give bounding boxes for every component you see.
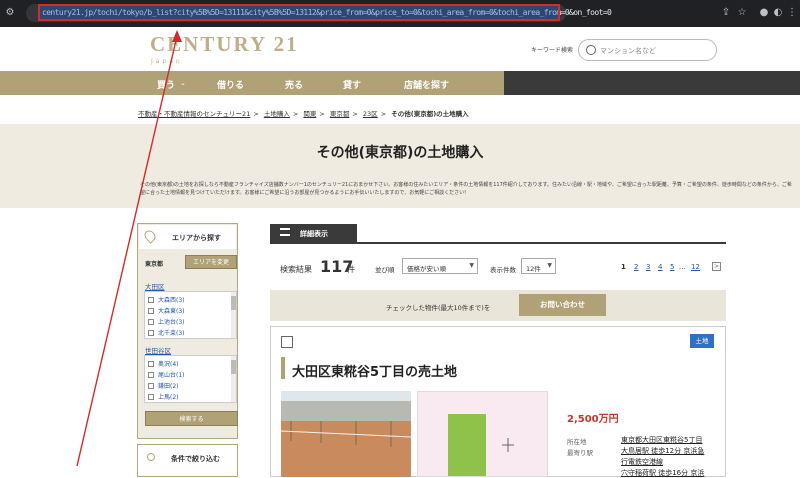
breadcrumb-sep-icon: > bbox=[319, 110, 325, 118]
page-ellipsis: ... bbox=[679, 263, 686, 271]
nav-item-lease[interactable]: 貸す bbox=[343, 78, 361, 91]
list-item[interactable]: 上馬(2) bbox=[148, 392, 179, 401]
nav-item-rent[interactable]: 借りる bbox=[217, 78, 244, 91]
breadcrumb-current: その他(東京都)の土地購入 bbox=[391, 110, 469, 118]
site-logo[interactable]: CENTURY 21 bbox=[150, 32, 299, 57]
station-key: 最寄り駅 bbox=[567, 449, 593, 457]
tab-underline bbox=[270, 242, 726, 244]
list-item[interactable]: 鎌田(2) bbox=[148, 381, 179, 390]
page-title: その他(東京都)の土地購入 bbox=[316, 145, 484, 161]
extension-icon[interactable]: ● bbox=[758, 7, 770, 19]
breadcrumb-land-buy[interactable]: 土地購入 bbox=[264, 110, 290, 118]
page-link[interactable]: 4 bbox=[658, 263, 662, 271]
page-link[interactable]: 5 bbox=[670, 263, 674, 271]
keyword-search-label: キーワード検索 bbox=[531, 47, 574, 54]
bookmark-star-icon[interactable]: ☆ bbox=[736, 7, 748, 19]
title-accent bbox=[281, 357, 285, 379]
results-unit: 件 bbox=[347, 265, 355, 274]
tab-detail-label[interactable]: 詳細表示 bbox=[300, 229, 328, 239]
breadcrumb-sep-icon: > bbox=[253, 110, 259, 118]
inquiry-button[interactable]: お問い合わせ bbox=[519, 294, 606, 316]
checkbox[interactable] bbox=[148, 383, 154, 389]
list-item[interactable]: 尾山台(1) bbox=[148, 370, 185, 379]
property-checkbox[interactable] bbox=[281, 336, 293, 348]
keyword-search-input[interactable]: マンション名など bbox=[578, 39, 717, 61]
url-annotation-box bbox=[38, 4, 560, 21]
breadcrumb-sep-icon: > bbox=[292, 110, 299, 118]
list-item[interactable]: 大森西(3) bbox=[148, 295, 185, 304]
station-line-2[interactable]: 行電鉄空港線 bbox=[621, 457, 663, 467]
scrollbar[interactable] bbox=[231, 356, 236, 402]
perpage-label: 表示件数 bbox=[490, 266, 516, 274]
sidebar-title: エリアから探す bbox=[172, 234, 221, 242]
list-icon bbox=[280, 228, 290, 236]
ward-label-setagaya[interactable]: 世田谷区 bbox=[145, 345, 171, 355]
nav-item-buy[interactable]: 買う bbox=[157, 78, 175, 91]
site-logo-sub: Japan bbox=[151, 58, 183, 65]
location-value[interactable]: 東京都大田区東糀谷5丁目 bbox=[621, 435, 702, 445]
breadcrumb-kanto[interactable]: 関東 bbox=[303, 110, 316, 118]
breadcrumb-sep-icon: > bbox=[380, 110, 387, 118]
prefecture-label: 東京都 bbox=[145, 261, 164, 268]
chevron-down-icon: ⌄ bbox=[180, 79, 186, 87]
sort-label: 並び順 bbox=[375, 266, 395, 274]
filter-title[interactable]: 条件で絞り込む bbox=[171, 454, 220, 464]
chevron-down-icon: ▼ bbox=[469, 262, 474, 269]
ward-list-ota[interactable]: 大森西(3) 大森東(3) 上池台(3) 北千束(3) bbox=[144, 291, 237, 339]
station-line-1[interactable]: 大鳥居駅 徒歩12分 京浜急 bbox=[621, 446, 704, 456]
floorplan-image bbox=[448, 414, 514, 476]
chevron-down-icon: ▼ bbox=[547, 262, 552, 269]
nav-item-store[interactable]: 店舗を探す bbox=[404, 78, 449, 91]
inquiry-band bbox=[270, 290, 726, 321]
list-item[interactable]: 大森東(3) bbox=[148, 306, 185, 315]
checkbox[interactable] bbox=[148, 308, 154, 314]
breadcrumb-sep-icon: > bbox=[352, 110, 358, 118]
scrollbar[interactable] bbox=[231, 292, 236, 338]
land-photo-image bbox=[281, 391, 411, 477]
area-search-button[interactable]: 検索する bbox=[145, 411, 238, 426]
page-link[interactable]: 2 bbox=[634, 263, 638, 271]
pager-next-button[interactable]: > bbox=[712, 262, 721, 271]
sort-select[interactable]: 価格が安い順 ▼ bbox=[402, 258, 478, 274]
breadcrumb-23ku[interactable]: 23区 bbox=[363, 110, 378, 118]
property-photo[interactable] bbox=[281, 391, 411, 477]
search-placeholder: マンション名など bbox=[600, 47, 656, 55]
tune-icon[interactable]: ⚙ bbox=[4, 7, 16, 19]
ward-label-ota[interactable]: 大田区 bbox=[145, 281, 165, 291]
checkbox[interactable] bbox=[148, 330, 154, 336]
inquiry-text: チェックした物件(最大10件まで)を bbox=[386, 304, 491, 312]
page-link[interactable]: 3 bbox=[646, 263, 650, 271]
change-area-button[interactable]: エリアを変更 bbox=[185, 255, 237, 269]
search-icon bbox=[147, 453, 155, 461]
profile-icon[interactable]: ◐ bbox=[772, 7, 784, 19]
property-title[interactable]: 大田区東糀谷5丁目の売土地 bbox=[292, 361, 457, 380]
list-item[interactable]: 上池台(3) bbox=[148, 317, 185, 326]
breadcrumb: 不動産・不動産情報のセンチュリー21 > 土地購入 > 関東 > 東京都 > 23区 > … bbox=[138, 108, 472, 118]
checkbox[interactable] bbox=[148, 319, 154, 325]
ward-list-setagaya[interactable]: 奥沢(4) 尾山台(1) 鎌田(2) 上馬(2) bbox=[144, 355, 237, 403]
checkbox[interactable] bbox=[148, 394, 154, 400]
breadcrumb-home[interactable]: 不動産・不動産情報のセンチュリー21 bbox=[138, 110, 250, 118]
share-icon[interactable]: ⇪ bbox=[720, 7, 732, 19]
list-item[interactable]: 奥沢(4) bbox=[148, 359, 179, 368]
page-current: 1 bbox=[621, 263, 626, 271]
list-item[interactable]: 北千束(3) bbox=[148, 328, 185, 337]
intro-text: その他(東京都)の土地をお探しなら不動産フランチャイズ店舗数ナンバー1のセンチュ… bbox=[140, 182, 792, 196]
breadcrumb-tokyo[interactable]: 東京都 bbox=[330, 110, 350, 118]
location-key: 所在地 bbox=[567, 438, 587, 446]
property-floorplan[interactable] bbox=[417, 391, 548, 477]
menu-icon[interactable]: ⋮ bbox=[786, 7, 798, 19]
perpage-select[interactable]: 12件 ▼ bbox=[521, 258, 556, 274]
checkbox[interactable] bbox=[148, 372, 154, 378]
page-link[interactable]: 12 bbox=[691, 263, 700, 271]
checkbox[interactable] bbox=[148, 361, 154, 367]
land-badge: 土地 bbox=[690, 334, 714, 348]
checkbox[interactable] bbox=[148, 297, 154, 303]
results-label: 検索結果 bbox=[280, 265, 312, 274]
nav-dark-area bbox=[504, 71, 800, 95]
search-icon bbox=[586, 45, 596, 55]
nav-item-sell[interactable]: 売る bbox=[285, 78, 303, 91]
property-price: 2,500万円 bbox=[567, 414, 619, 425]
